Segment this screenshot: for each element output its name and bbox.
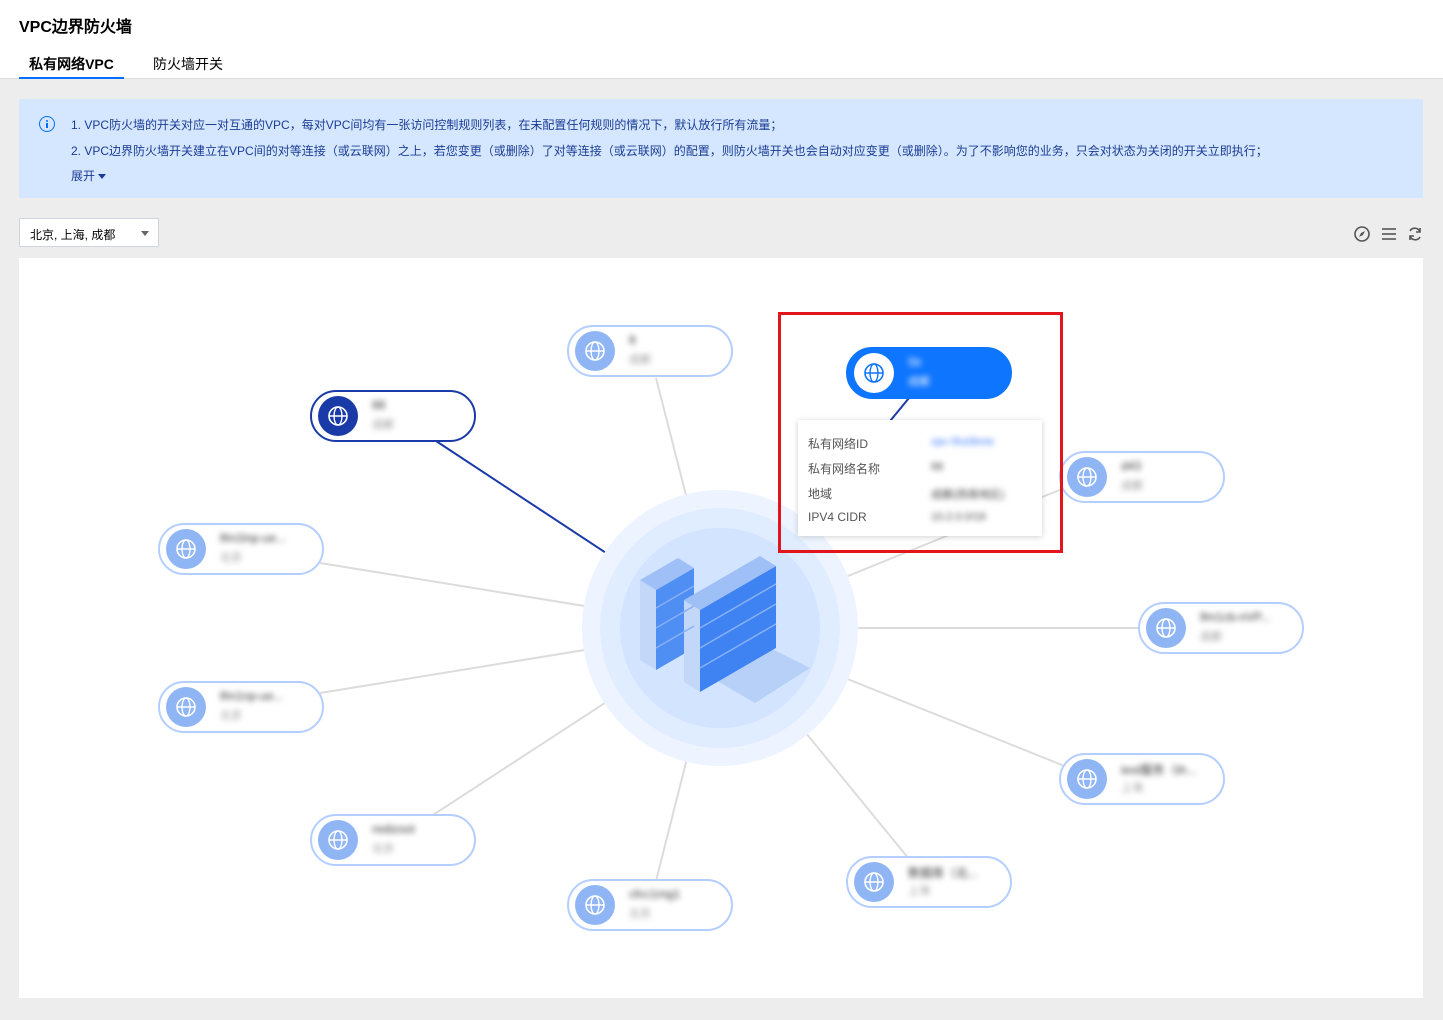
vpc-node-region: 上海 (908, 885, 930, 897)
vpc-node[interactable]: 8 成都 (567, 325, 733, 377)
region-select-value: 北京, 上海, 成都 (30, 228, 116, 242)
info-icon (39, 116, 55, 132)
expand-label: 展开 (71, 169, 96, 183)
globe-icon (575, 331, 615, 371)
vpc-node-name: 数据库（北... (908, 866, 979, 880)
globe-icon (166, 529, 206, 569)
caret-down-icon (98, 174, 107, 180)
vpc-node[interactable]: cfcc1mg1 北京 (567, 879, 733, 931)
vpc-node[interactable]: d43 成都 (1059, 451, 1225, 503)
vpc-node-region: 成都 (372, 419, 394, 431)
notice-line-2: 2. VPC边界防火墙开关建立在VPC间的对等连接（或云联网）之上，若您变更（或… (71, 144, 1268, 158)
vpc-node-region: 成都 (1121, 480, 1143, 492)
highlight-box (778, 312, 1063, 553)
globe-icon (1067, 759, 1107, 799)
vpc-node-name: 8 (629, 333, 636, 347)
vpc-node-name: cfcc1mg1 (629, 887, 681, 901)
globe-icon (1067, 457, 1107, 497)
vpc-node[interactable]: lfm1cb-nVP... 成都 (1138, 602, 1304, 654)
vpc-node[interactable]: lfm1lnp-ue... 北京 (158, 523, 324, 575)
vpc-node-name: 88 (372, 398, 386, 412)
vpc-node-region: 成都 (629, 354, 651, 366)
expand-link[interactable]: 展开 (71, 167, 107, 184)
tab-firewall-switch[interactable]: 防火墙开关 (153, 54, 223, 79)
vpc-node-name: test服务（th... (1121, 763, 1197, 777)
list-icon[interactable] (1380, 225, 1398, 243)
vpc-node-name: lfm1lnp-ue... (220, 531, 287, 545)
page-title: VPC边界防火墙 (19, 19, 132, 36)
vpc-node-name: redizoot (372, 822, 415, 836)
chevron-down-icon (141, 231, 149, 236)
vpc-node[interactable]: test服务（th... 上海 (1059, 753, 1225, 805)
vpc-node-region: 上海 (1121, 782, 1143, 794)
globe-icon (1146, 608, 1186, 648)
tab-vpc[interactable]: 私有网络VPC (19, 54, 124, 79)
vpc-node-name: lfm1np-ue... (220, 689, 284, 703)
vpc-node-region: 成都 (1200, 631, 1222, 643)
vpc-node-name: d43 (1121, 459, 1142, 473)
topology-canvas[interactable]: 8 成都 88 成都 5b 成都 d43 成都 lfm1lnp-ue... 北京… (19, 258, 1423, 998)
compass-icon[interactable] (1353, 225, 1371, 243)
globe-icon (318, 396, 358, 436)
globe-icon (166, 687, 206, 727)
region-select[interactable]: 北京, 上海, 成都 (19, 218, 159, 247)
vpc-node-region: 北京 (629, 908, 651, 920)
vpc-node-name: lfm1cb-nVP... (1200, 610, 1271, 624)
vpc-node-region: 北京 (220, 710, 242, 722)
vpc-node[interactable]: 数据库（北... 上海 (846, 856, 1012, 908)
notice-line-1: 1. VPC防火墙的开关对应一对互通的VPC，每对VPC间均有一张访问控制规则列… (71, 118, 783, 132)
globe-icon (318, 820, 358, 860)
vpc-node-region: 北京 (220, 552, 242, 564)
notice-banner: 1. VPC防火墙的开关对应一对互通的VPC，每对VPC间均有一张访问控制规则列… (19, 99, 1423, 198)
vpc-node[interactable]: redizoot 北京 (310, 814, 476, 866)
vpc-node-selected[interactable]: 88 成都 (310, 390, 476, 442)
globe-icon (575, 885, 615, 925)
vpc-node[interactable]: lfm1np-ue... 北京 (158, 681, 324, 733)
vpc-node-region: 北京 (372, 843, 394, 855)
globe-icon (854, 862, 894, 902)
refresh-icon[interactable] (1406, 225, 1424, 243)
page-header: VPC边界防火墙 私有网络VPC 防火墙开关 (0, 0, 1443, 79)
